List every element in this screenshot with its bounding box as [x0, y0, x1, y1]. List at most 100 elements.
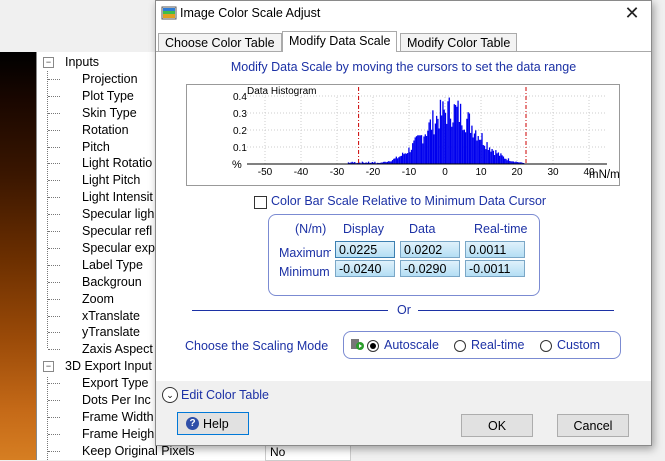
help-icon: ?: [186, 417, 199, 430]
realtime-min-field[interactable]: -0.0011: [465, 260, 525, 277]
realtime-radio[interactable]: [454, 340, 466, 352]
minimum-row-label: Minimum: [279, 265, 330, 279]
data-min-field[interactable]: -0.0290: [400, 260, 460, 277]
tab-modify-color-table[interactable]: Modify Color Table: [400, 33, 518, 52]
collapse-icon[interactable]: −: [43, 361, 54, 373]
color-bar-preview: [0, 52, 36, 460]
tree-connector: [47, 71, 49, 348]
collapse-icon[interactable]: −: [43, 57, 54, 68]
autoscale-radio[interactable]: [367, 340, 379, 352]
relative-scale-checkbox[interactable]: [254, 196, 267, 209]
histogram-bar: [395, 156, 397, 164]
histogram-bar: [458, 122, 460, 164]
histogram-bar: [470, 132, 472, 164]
histogram-bar: [434, 123, 437, 164]
histogram-bar: [452, 122, 454, 164]
histogram-bar: [485, 149, 487, 164]
histogram-bar: [427, 130, 429, 164]
histogram-bar: [436, 115, 438, 164]
histogram-bar: [486, 142, 488, 164]
histogram-bar: [413, 140, 415, 164]
tab-choose-color-table[interactable]: Choose Color Table: [158, 33, 282, 52]
histogram-bar: [461, 125, 463, 164]
x-axis-label: mN/m: [589, 169, 620, 181]
keep-original-pixels-value[interactable]: No: [265, 444, 351, 461]
histogram-bar: [447, 101, 449, 164]
histogram-bar: [418, 135, 420, 164]
histogram-bar: [391, 160, 394, 164]
histogram-bar: [478, 139, 481, 164]
expand-chevron-icon[interactable]: ⌄: [162, 387, 178, 403]
histogram-bar: [481, 133, 483, 164]
dialog-titlebar[interactable]: Image Color Scale Adjust ✕: [156, 1, 651, 27]
histogram-bar: [393, 158, 395, 164]
custom-radio[interactable]: [540, 340, 552, 352]
histogram-bar: [483, 145, 486, 164]
histogram-bar: [501, 155, 503, 164]
help-button[interactable]: ? Help: [177, 412, 249, 435]
histogram-bar: [394, 158, 396, 164]
realtime-label[interactable]: Real-time: [471, 338, 525, 352]
y-axis-label: %: [232, 159, 242, 171]
tree-connector: [48, 129, 60, 132]
histogram-bar: [459, 103, 462, 164]
histogram-bar: [499, 155, 501, 164]
histogram-bar: [490, 151, 492, 164]
histogram-bar: [482, 145, 484, 164]
histogram-bar: [457, 100, 459, 164]
histogram-title: Data Histogram: [247, 86, 317, 97]
histogram-bar: [425, 136, 428, 164]
tab-bar: Choose Color Table Modify Data Scale Mod…: [156, 31, 651, 52]
histogram-bar: [472, 137, 474, 164]
relative-scale-label: Color Bar Scale Relative to Minimum Data…: [271, 194, 547, 208]
tree-connector: [48, 112, 60, 115]
close-icon[interactable]: ✕: [621, 3, 643, 23]
histogram-bar: [424, 134, 426, 164]
tree-connector: [48, 383, 60, 385]
histogram-bar: [449, 118, 452, 164]
histogram-bar: [463, 129, 466, 164]
histogram-bar: [456, 106, 458, 164]
y-tick-label: 0.1: [233, 143, 247, 154]
tree-connector: [48, 400, 60, 402]
display-max-field[interactable]: 0.0225: [335, 241, 395, 258]
histogram-bar: [433, 134, 435, 164]
realtime-column-header: Real-time: [474, 222, 528, 236]
cancel-button[interactable]: Cancel: [557, 414, 629, 437]
tree-connector: [48, 163, 60, 165]
histogram-bar: [492, 150, 494, 164]
histogram-bar: [423, 136, 425, 164]
x-tick-label: 20: [511, 167, 523, 178]
edit-color-table-toggle[interactable]: Edit Color Table: [181, 388, 269, 402]
histogram-bar: [408, 147, 410, 164]
histogram-bar: [437, 118, 439, 164]
histogram-bar: [410, 149, 413, 164]
x-tick-label: 30: [547, 167, 559, 178]
data-histogram[interactable]: Data Histogram 0.4 0.3 0.2 0.1 % -50 -40 -…: [186, 84, 620, 186]
histogram-bar: [468, 113, 471, 164]
histogram-bar: [506, 160, 508, 164]
display-min-field[interactable]: -0.0240: [335, 260, 395, 277]
histogram-bar: [398, 157, 400, 164]
histogram-bar: [439, 99, 442, 164]
tab-modify-data-scale[interactable]: Modify Data Scale: [282, 31, 398, 52]
histogram-bar: [467, 112, 469, 164]
histogram-bar: [471, 125, 473, 164]
autoscale-label[interactable]: Autoscale: [384, 338, 439, 352]
tree-connector: [48, 298, 60, 301]
histogram-bar: [444, 112, 447, 164]
tree-connector: [48, 197, 60, 199]
histogram-bar: [462, 130, 464, 164]
help-button-label: Help: [203, 417, 229, 431]
histogram-bar: [505, 158, 507, 164]
data-max-field[interactable]: 0.0202: [400, 241, 460, 258]
custom-label[interactable]: Custom: [557, 338, 600, 352]
histogram-bar: [407, 153, 409, 164]
x-tick-label: -50: [257, 167, 273, 178]
scaling-mode-icon: [351, 339, 364, 350]
or-divider-right: [418, 310, 614, 311]
ok-button[interactable]: OK: [461, 414, 533, 437]
histogram-bar: [438, 128, 440, 164]
realtime-max-field[interactable]: 0.0011: [465, 241, 525, 258]
histogram-bar: [473, 133, 476, 164]
